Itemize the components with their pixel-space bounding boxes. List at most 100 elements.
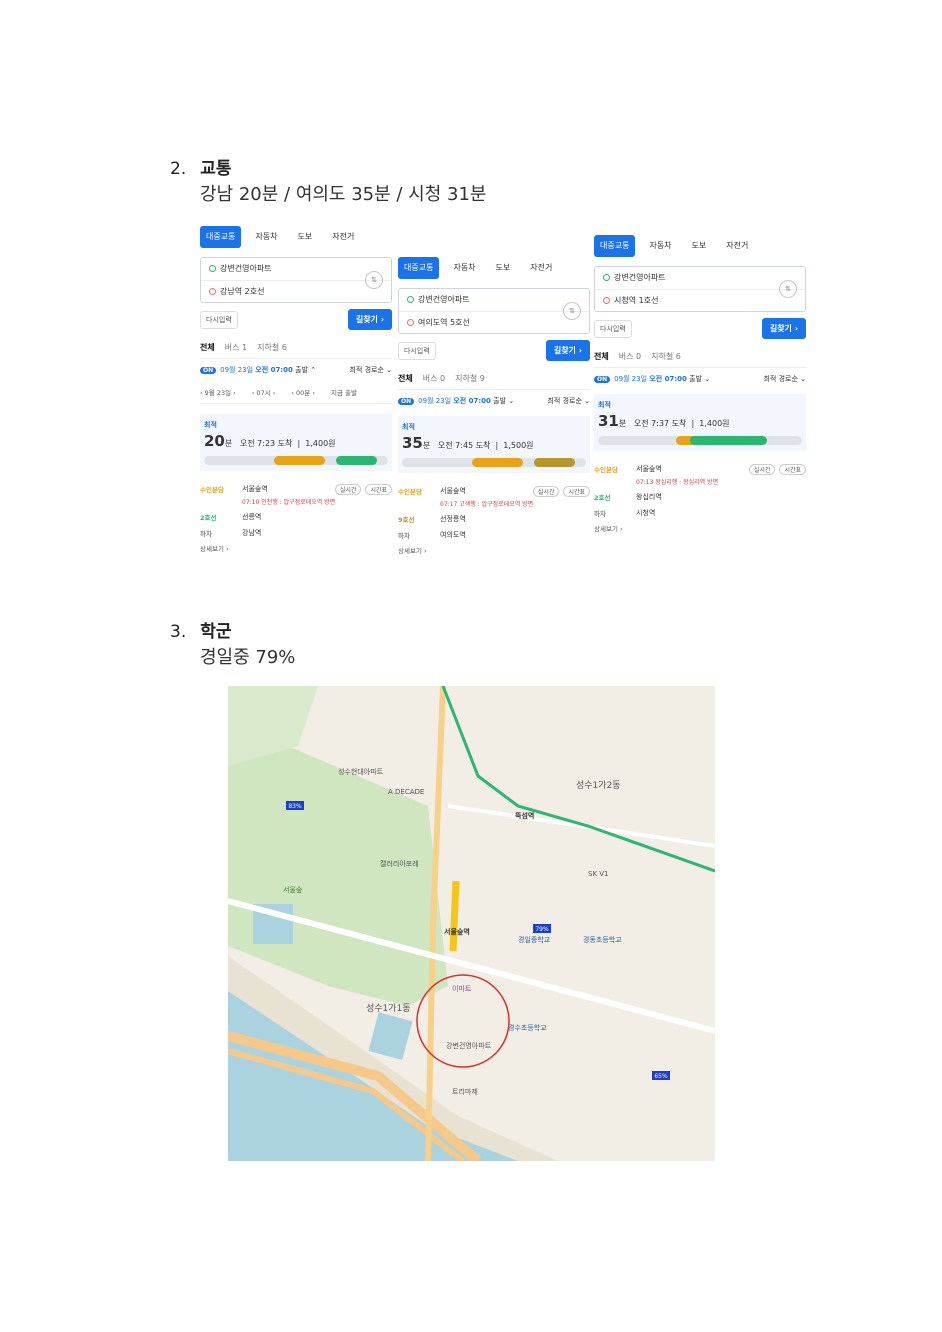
swap-icon[interactable]: ⇅ [365, 271, 383, 289]
route-input-box: 강변건영아파트 여의도역 5호선 ⇅ [398, 288, 590, 334]
destination-field[interactable]: 시청역 1호선 [595, 289, 805, 312]
label-heritage: 성수현대아파트 [338, 767, 384, 776]
reset-button[interactable]: 다시입력 [200, 310, 238, 329]
step-pill-button[interactable]: 실시간 [748, 463, 776, 475]
mode-tab[interactable]: 자전거 [720, 235, 754, 257]
depart-time[interactable]: 오전 07:00 [649, 375, 687, 383]
pond-2 [368, 1012, 413, 1060]
origin-dot-icon [407, 296, 414, 303]
school-district-map[interactable]: 83% 79% 65% 성수1가1동 성수1가2동 서울숲역 뚝섬역 강변건영아… [228, 686, 715, 1161]
svg-text:83%: 83% [288, 803, 302, 810]
find-route-button[interactable]: 길찾기 › [545, 340, 590, 361]
swap-icon[interactable]: ⇅ [563, 302, 581, 320]
step-pill-button[interactable]: 실시간 [334, 483, 362, 495]
step-line: 9호선 [398, 516, 415, 524]
find-route-button[interactable]: 길찾기 › [761, 318, 806, 339]
school-badge-seongsu[interactable]: 83% [286, 801, 304, 810]
step-pill-button[interactable]: 시간표 [365, 483, 392, 495]
seoul-forest-park [228, 746, 448, 1006]
step-station: 강남역 [242, 529, 262, 537]
departure-row: ON 09월 23일 오전 07:00 출발 ⌃ 최적 경로순 ⌄ [200, 365, 392, 375]
depart-time[interactable]: 오전 07:00 [453, 397, 491, 405]
filter-tab[interactable]: 전체 [398, 373, 413, 384]
route-result[interactable]: 최적 35분 오전 7:45 도착 | 1,500원 [398, 416, 590, 473]
label-gyeongdong-school: 경동초등학교 [583, 935, 622, 944]
departure-row: ON 09월 23일 오전 07:00 출발 ⌄ 최적 경로순 ⌄ [398, 396, 590, 406]
duration-row: 20분 오전 7:23 도착 | 1,400원 [204, 432, 336, 450]
depart-date[interactable]: 09월 23일 [220, 366, 253, 374]
on-badge[interactable]: ON [398, 398, 415, 405]
school-badge-gyeongil[interactable]: 79% [533, 924, 551, 933]
fare: 1,400원 [699, 419, 730, 428]
time-select-item[interactable]: ‹ 9월 23일 › [200, 387, 236, 397]
origin-field[interactable]: 강변건영아파트 [595, 267, 805, 289]
swap-icon[interactable]: ⇅ [779, 280, 797, 298]
destination-text: 강남역 2호선 [220, 287, 265, 296]
step-station: 여의도역 [440, 531, 466, 539]
depart-date[interactable]: 09월 23일 [418, 397, 451, 405]
mode-tab[interactable]: 도보 [292, 226, 319, 248]
origin-text: 강변건영아파트 [614, 273, 666, 282]
step-line: 하차 [594, 510, 606, 518]
route-step: 수인분당 서울숲역 실시간 시간표 [594, 461, 806, 477]
filter-tab[interactable]: 버스 0 [423, 373, 445, 384]
step-note: 07:10 인천행 : 압구정로데오역 방면 [242, 499, 336, 506]
filter-tab[interactable]: 버스 0 [619, 351, 641, 362]
detail-link[interactable]: 상세보기 › [594, 523, 806, 533]
mode-tab[interactable]: 도보 [686, 235, 713, 257]
reset-button[interactable]: 다시입력 [398, 341, 436, 360]
mode-tab[interactable]: 자동차 [447, 257, 481, 279]
step-line: 수인분당 [594, 466, 618, 474]
origin-field[interactable]: 강변건영아파트 [399, 289, 589, 311]
school-badge-seongwon[interactable]: 65% [652, 1071, 670, 1080]
route-input-box: 강변건영아파트강남역 2호선 ⇅ [200, 257, 392, 303]
route-result[interactable]: 최적 31분 오전 7:37 도착 | 1,400원 [594, 394, 806, 451]
step-pill-button[interactable]: 실시간 [532, 485, 560, 497]
mode-tab[interactable]: 도보 [490, 257, 517, 279]
step-pill-button[interactable]: 시간표 [779, 463, 806, 475]
on-badge[interactable]: ON [200, 367, 217, 374]
sort-select[interactable]: 최적 경로순 ⌄ [547, 396, 590, 406]
detail-link[interactable]: 상세보기 › [200, 543, 392, 553]
filter-tab[interactable]: 지하철 6 [651, 351, 681, 362]
route-result[interactable]: 최적 20분 오전 7:23 도착 | 1,400원 [200, 414, 392, 471]
mode-tab[interactable]: 자동차 [643, 235, 677, 257]
time-select-item[interactable]: ‹ 00분 › [291, 387, 315, 397]
route-step: 2호선 왕십리역 [594, 489, 806, 505]
destination-field[interactable]: 여의도역 5호선 [399, 311, 589, 334]
sort-select[interactable]: 최적 경로순 ⌄ [763, 374, 806, 384]
mode-tab[interactable]: 대중교통 [594, 235, 636, 257]
step-pill-button[interactable]: 시간표 [563, 485, 590, 497]
reset-button[interactable]: 다시입력 [594, 319, 632, 338]
step-line: 수인분당 [200, 486, 224, 494]
route-progress-bar [204, 456, 388, 465]
route-steps: 수인분당 서울숲역 실시간 시간표 07:17 고색행 : 압구정로데오역 방면 9호선 선… [398, 483, 590, 543]
filter-tab[interactable]: 지하철 6 [257, 342, 287, 353]
route-step: 하차 여의도역 [398, 527, 590, 543]
mode-tab[interactable]: 대중교통 [200, 226, 242, 248]
route-step: 하차 시청역 [594, 505, 806, 521]
mode-tab[interactable]: 자전거 [326, 226, 360, 248]
filter-tab[interactable]: 지하철 9 [455, 373, 485, 384]
label-sk: SK V1 [588, 870, 609, 878]
filter-tab[interactable]: 버스 1 [225, 342, 247, 353]
find-route-button[interactable]: 길찾기 › [347, 309, 392, 330]
step-line: 수인분당 [398, 488, 422, 496]
detail-link[interactable]: 상세보기 › [398, 545, 590, 555]
filter-tab[interactable]: 전체 [200, 342, 215, 353]
origin-field[interactable]: 강변건영아파트 [201, 258, 391, 280]
time-select-item[interactable]: ‹ 07시 › [252, 387, 276, 397]
time-select-item[interactable]: 지금 출발 [331, 387, 357, 397]
svg-text:65%: 65% [654, 1073, 668, 1080]
destination-field[interactable]: 강남역 2호선 [201, 280, 391, 303]
depart-time[interactable]: 오전 07:00 [255, 366, 293, 374]
mode-tab[interactable]: 대중교통 [398, 257, 440, 279]
mode-tab[interactable]: 자동차 [249, 226, 283, 248]
filter-tab[interactable]: 전체 [594, 351, 609, 362]
mode-tab[interactable]: 자전거 [524, 257, 558, 279]
depart-date[interactable]: 09월 23일 [614, 375, 647, 383]
duration-row: 31분 오전 7:37 도착 | 1,400원 [598, 412, 730, 430]
sort-select[interactable]: 최적 경로순 ⌄ [349, 365, 392, 375]
route-input-box: 강변건영아파트시청역 1호선 ⇅ [594, 266, 806, 312]
on-badge[interactable]: ON [594, 376, 611, 383]
